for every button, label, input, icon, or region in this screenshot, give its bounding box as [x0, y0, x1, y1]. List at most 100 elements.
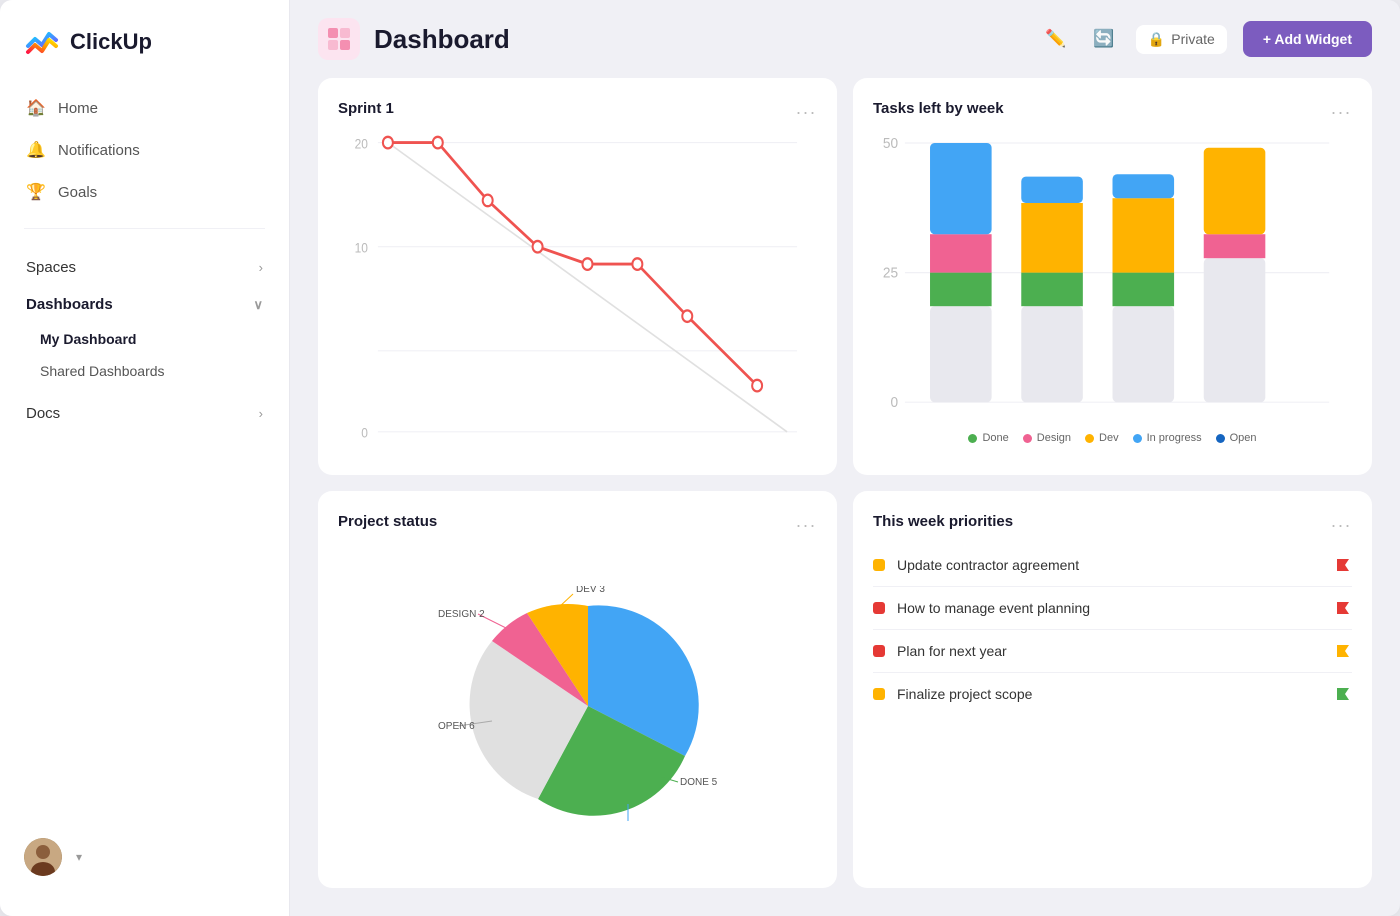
bell-icon: 🔔 — [26, 140, 46, 160]
pie-chart-svg: DEV 3 DONE 5 IN PROGRESS 5 OPEN 6 DESIGN… — [438, 586, 718, 826]
sprint-widget-header: Sprint 1 ... — [338, 98, 817, 119]
sidebar-item-docs[interactable]: Docs › — [12, 395, 277, 432]
svg-text:25: 25 — [883, 264, 898, 280]
tasks-chart-legend: Done Design Dev In progress — [873, 432, 1352, 444]
legend-design-label: Design — [1037, 432, 1071, 444]
sidebar-item-notifications-label: Notifications — [58, 142, 140, 159]
priority-item-3[interactable]: Plan for next year — [873, 630, 1352, 673]
project-status-widget: Project status ... — [318, 491, 837, 888]
logo-area: ClickUp — [0, 24, 289, 88]
sidebar-item-dashboards-label: Dashboards — [26, 296, 113, 313]
add-widget-button[interactable]: + Add Widget — [1243, 21, 1372, 57]
project-status-header: Project status ... — [338, 511, 817, 532]
sidebar-item-home[interactable]: 🏠 Home — [12, 88, 277, 128]
svg-text:10: 10 — [355, 240, 368, 256]
priority-item-1[interactable]: Update contractor agreement — [873, 544, 1352, 587]
page-title: Dashboard — [374, 24, 510, 55]
project-status-title: Project status — [338, 513, 437, 530]
svg-text:OPEN 6: OPEN 6 — [438, 721, 475, 732]
header-left: Dashboard — [318, 18, 510, 60]
clickup-logo-icon — [24, 24, 60, 60]
tasks-bar-chart: 50 25 0 — [873, 131, 1352, 419]
design-dot — [1023, 434, 1032, 443]
sidebar-nav: 🏠 Home 🔔 Notifications 🏆 Goals — [0, 88, 289, 212]
refresh-icon[interactable]: 🔄 — [1088, 23, 1120, 55]
sprint-chart: 20 10 0 — [338, 131, 817, 455]
sidebar-item-dashboards[interactable]: Dashboards ∨ — [12, 286, 277, 323]
sidebar: ClickUp 🏠 Home 🔔 Notifications 🏆 Goals S… — [0, 0, 290, 916]
priorities-widget-title: This week priorities — [873, 513, 1013, 530]
main-content: Dashboard ✏️ 🔄 🔒 Private + Add Widget Sp… — [290, 0, 1400, 916]
priority-flag-4 — [1334, 685, 1352, 703]
private-label: Private — [1171, 31, 1215, 47]
priority-dot-2 — [873, 602, 885, 614]
sidebar-item-goals-label: Goals — [58, 184, 97, 201]
lock-icon: 🔒 — [1148, 31, 1165, 48]
priorities-widget-menu[interactable]: ... — [1331, 511, 1352, 532]
svg-text:0: 0 — [361, 425, 368, 441]
legend-dev: Dev — [1085, 432, 1119, 444]
grid-icon — [326, 26, 352, 52]
pie-chart-container: DEV 3 DONE 5 IN PROGRESS 5 OPEN 6 DESIGN… — [338, 544, 817, 868]
priority-item-4[interactable]: Finalize project scope — [873, 673, 1352, 715]
priority-text-1: Update contractor agreement — [897, 557, 1322, 573]
priority-text-2: How to manage event planning — [897, 600, 1322, 616]
user-avatar[interactable] — [24, 838, 62, 876]
sidebar-bottom: ▾ — [0, 822, 289, 892]
dev-dot — [1085, 434, 1094, 443]
dashboard-grid: Sprint 1 ... 20 10 0 — [290, 78, 1400, 916]
sidebar-sections: Spaces › Dashboards ∨ My Dashboard Share… — [0, 249, 289, 432]
priority-text-3: Plan for next year — [897, 643, 1322, 659]
tasks-chart-container: 50 25 0 — [873, 131, 1352, 455]
legend-done: Done — [968, 432, 1008, 444]
header-right: ✏️ 🔄 🔒 Private + Add Widget — [1040, 21, 1372, 57]
svg-text:0: 0 — [890, 394, 898, 410]
legend-design: Design — [1023, 432, 1071, 444]
legend-in-progress-label: In progress — [1147, 432, 1202, 444]
open-dot — [1216, 434, 1225, 443]
priority-item-2[interactable]: How to manage event planning — [873, 587, 1352, 630]
priorities-list: Update contractor agreement How to manag… — [873, 544, 1352, 868]
priorities-widget-header: This week priorities ... — [873, 511, 1352, 532]
priority-dot-1 — [873, 559, 885, 571]
edit-icon[interactable]: ✏️ — [1040, 23, 1072, 55]
sprint-widget-title: Sprint 1 — [338, 100, 394, 117]
done-dot — [968, 434, 977, 443]
tasks-widget-menu[interactable]: ... — [1331, 98, 1352, 119]
svg-text:50: 50 — [883, 134, 898, 150]
svg-text:DESIGN 2: DESIGN 2 — [438, 609, 485, 620]
priority-flag-1 — [1334, 556, 1352, 574]
sidebar-item-docs-label: Docs — [26, 405, 60, 422]
sidebar-item-my-dashboard[interactable]: My Dashboard — [12, 323, 277, 355]
sidebar-divider — [24, 228, 265, 229]
legend-open-label: Open — [1230, 432, 1257, 444]
tasks-widget: Tasks left by week ... 50 25 0 — [853, 78, 1372, 475]
svg-text:20: 20 — [355, 136, 368, 152]
home-icon: 🏠 — [26, 98, 46, 118]
priorities-widget: This week priorities ... Update contract… — [853, 491, 1372, 888]
trophy-icon: 🏆 — [26, 182, 46, 202]
legend-open: Open — [1216, 432, 1257, 444]
sidebar-item-goals[interactable]: 🏆 Goals — [12, 172, 277, 212]
svg-text:DEV 3: DEV 3 — [576, 586, 605, 595]
tasks-widget-title: Tasks left by week — [873, 100, 1004, 117]
chevron-right-icon-docs: › — [259, 406, 263, 421]
chevron-down-icon: ∨ — [253, 297, 263, 313]
sidebar-item-home-label: Home — [58, 100, 98, 117]
logo-text: ClickUp — [70, 29, 152, 55]
chevron-right-icon: › — [259, 260, 263, 275]
project-status-menu[interactable]: ... — [796, 511, 817, 532]
sprint-widget-menu[interactable]: ... — [796, 98, 817, 119]
sprint-line-chart: 20 10 0 — [338, 131, 817, 455]
in-progress-dot — [1133, 434, 1142, 443]
sidebar-item-spaces[interactable]: Spaces › — [12, 249, 277, 286]
priority-flag-3 — [1334, 642, 1352, 660]
avatar-chevron-icon: ▾ — [76, 850, 82, 864]
dashboard-icon — [318, 18, 360, 60]
sidebar-item-notifications[interactable]: 🔔 Notifications — [12, 130, 277, 170]
svg-text:DONE 5: DONE 5 — [680, 777, 718, 788]
private-badge[interactable]: 🔒 Private — [1136, 25, 1227, 54]
tasks-widget-header: Tasks left by week ... — [873, 98, 1352, 119]
sidebar-item-shared-dashboards[interactable]: Shared Dashboards — [12, 355, 277, 387]
legend-in-progress: In progress — [1133, 432, 1202, 444]
